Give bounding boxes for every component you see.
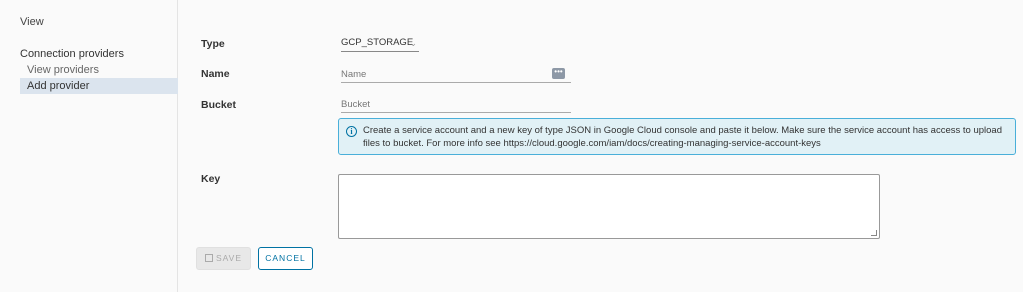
sidebar-item-view-providers[interactable]: View providers	[20, 62, 178, 78]
bucket-placeholder: Bucket	[341, 99, 371, 110]
name-label: Name	[201, 68, 230, 80]
key-label: Key	[201, 173, 221, 185]
bucket-label: Bucket	[201, 99, 237, 111]
name-placeholder: Name	[341, 69, 367, 80]
cancel-button-label: CANCEL	[265, 253, 306, 263]
key-textarea[interactable]	[338, 174, 880, 239]
sidebar-section-title: Connection providers	[20, 48, 124, 60]
type-select-value: GCP_STORAGE	[341, 37, 414, 48]
sidebar: View Connection providers View providers…	[0, 0, 178, 292]
save-icon	[204, 254, 213, 262]
info-alert-text: Create a service account and a new key o…	[363, 125, 1002, 149]
chevron-down-icon: ⌄	[409, 38, 417, 48]
sidebar-view-label: View	[20, 16, 44, 28]
resize-handle-icon[interactable]	[871, 230, 877, 236]
sidebar-item-add-provider[interactable]: Add provider	[20, 78, 178, 94]
cancel-button[interactable]: CANCEL	[258, 247, 313, 270]
info-icon: i	[346, 126, 357, 137]
type-label: Type	[201, 38, 225, 50]
more-icon[interactable]: •••	[552, 68, 565, 79]
main-content: Type GCP_STORAGE ⌄ Name Name ••• Bucket …	[179, 0, 1023, 292]
name-input[interactable]: Name •••	[341, 68, 571, 83]
type-select[interactable]: GCP_STORAGE ⌄	[341, 36, 419, 52]
bucket-input[interactable]: Bucket	[341, 98, 571, 113]
save-button-label: SAVE	[215, 253, 243, 263]
info-alert: i Create a service account and a new key…	[338, 118, 1016, 155]
save-button[interactable]: SAVE	[196, 247, 251, 270]
